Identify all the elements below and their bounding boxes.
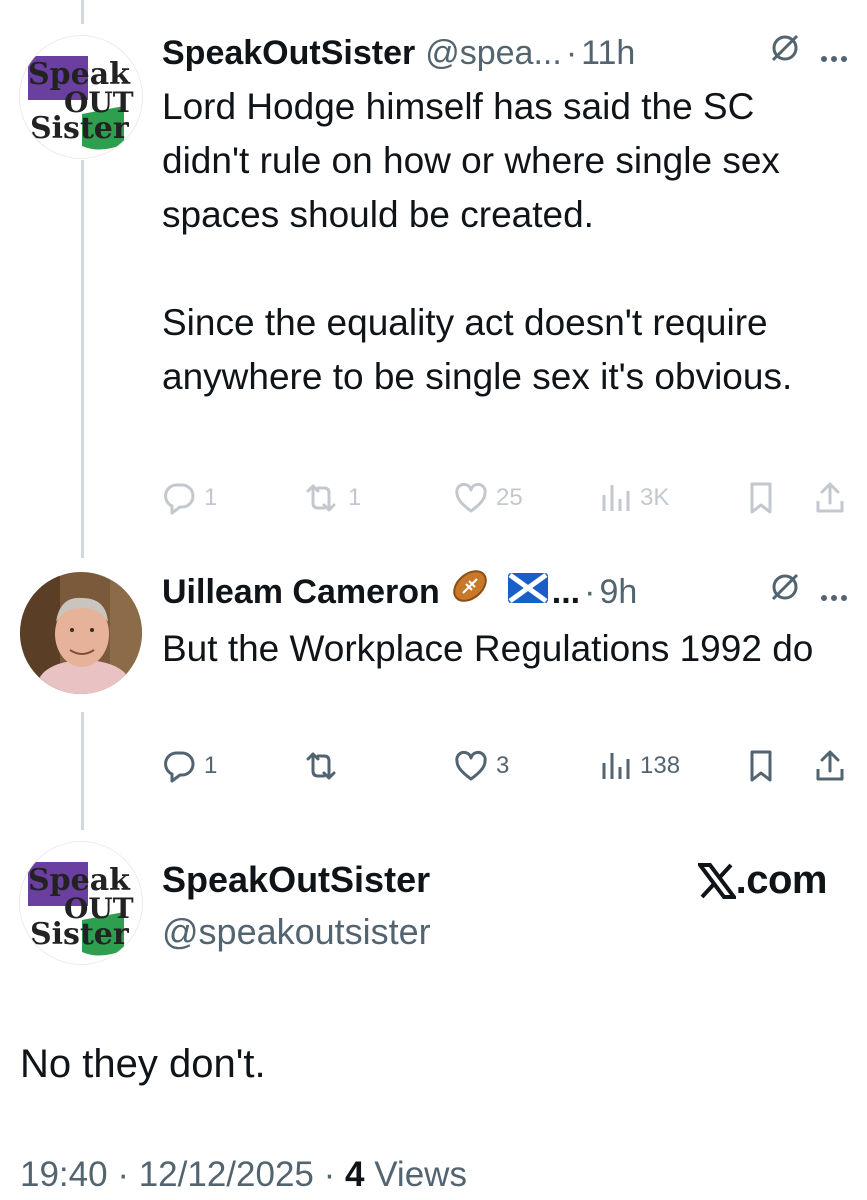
tweet-time[interactable]: 19:40: [20, 1155, 108, 1194]
speakoutsister-logo: Speak OUT Sister: [28, 862, 134, 956]
tweet-1-header: SpeakOutSister @spea... · 11h: [162, 30, 849, 76]
tweet-paragraph: But the Workplace Regulations 1992 do: [162, 628, 814, 669]
repost-button[interactable]: 1: [302, 478, 361, 518]
tweet-text: Lord Hodge himself has said the SC didn'…: [162, 80, 849, 404]
author-handle[interactable]: @spea...: [425, 30, 562, 76]
avatar-speakoutsister-main[interactable]: Speak OUT Sister: [20, 842, 142, 964]
share-button[interactable]: [814, 478, 846, 518]
repost-icon: [306, 752, 336, 780]
avatar-uilleam-cameron[interactable]: [20, 572, 142, 694]
views-count: 138: [640, 752, 681, 779]
views-number: 4: [345, 1155, 365, 1194]
separator-dot: ·: [323, 1155, 336, 1194]
tweet-2-header: Uilleam Cameron ... · 9h: [162, 566, 849, 618]
repost-button[interactable]: [302, 746, 348, 786]
tweet-date[interactable]: 12/12/2025: [139, 1155, 314, 1194]
separator-dot: ·: [584, 573, 596, 611]
reply-button[interactable]: 1: [162, 478, 217, 518]
views-label: Views: [374, 1155, 467, 1194]
rugby-ball-emoji: [450, 566, 490, 618]
heart-icon: [455, 750, 487, 781]
thread-line-1: [81, 160, 84, 558]
bookmark-icon: [750, 750, 772, 782]
share-icon: [816, 750, 844, 781]
speakoutsister-logo: Speak OUT Sister: [28, 56, 134, 150]
logo-text-sister: Sister: [30, 111, 130, 146]
share-icon: [816, 482, 844, 513]
separator-dot: ·: [565, 34, 578, 72]
author-name[interactable]: SpeakOutSister: [162, 856, 431, 904]
grok-icon[interactable]: [769, 569, 801, 615]
views-button[interactable]: 138: [600, 746, 680, 786]
profile-photo: [20, 572, 142, 694]
author-name[interactable]: Uilleam Cameron: [162, 569, 440, 615]
tweet-2[interactable]: Uilleam Cameron ... · 9h But the Workpla…: [162, 566, 849, 676]
like-count: 25: [496, 484, 523, 511]
bookmark-button[interactable]: [748, 746, 774, 786]
views-icon: [602, 753, 630, 779]
like-count: 3: [496, 752, 510, 779]
share-button[interactable]: [814, 746, 846, 786]
reply-button[interactable]: 1: [162, 746, 217, 786]
views-button[interactable]: 3K: [600, 478, 669, 518]
thread-line-2: [81, 712, 84, 830]
more-icon[interactable]: [819, 569, 849, 615]
like-button[interactable]: 3: [454, 746, 509, 786]
tweet-meta: 19:40 · 12/12/2025 · 4 Views: [20, 1152, 467, 1198]
reply-count: 1: [204, 484, 218, 511]
more-icon[interactable]: [819, 30, 849, 76]
repost-count: 1: [348, 484, 362, 511]
scotland-flag-emoji: [507, 569, 548, 615]
reply-icon: [164, 483, 195, 515]
avatar-speakoutsister[interactable]: Speak OUT Sister: [20, 36, 142, 158]
tweet-text: But the Workplace Regulations 1992 do: [162, 622, 849, 676]
reply-count: 1: [204, 752, 218, 779]
tweet-2-actions: 1 3 138: [162, 746, 849, 786]
separator-dot: ·: [117, 1155, 129, 1194]
heart-icon: [455, 482, 487, 513]
tweet-paragraph: Since the equality act doesn't require a…: [162, 302, 793, 397]
x-com-watermark: .com: [697, 858, 828, 903]
author-handle[interactable]: ...: [552, 569, 580, 615]
main-author[interactable]: SpeakOutSister @speakoutsister: [162, 856, 431, 956]
reply-icon: [164, 751, 195, 783]
logo-text-sister: Sister: [30, 917, 130, 952]
repost-icon: [306, 484, 336, 512]
views-icon: [602, 485, 630, 511]
tweet-paragraph: Lord Hodge himself has said the SC didn'…: [162, 86, 780, 235]
watermark-domain: .com: [735, 858, 828, 902]
tweet-1[interactable]: SpeakOutSister @spea... · 11h Lord Hodge…: [162, 30, 849, 404]
grok-icon[interactable]: [769, 30, 801, 76]
like-button[interactable]: 25: [454, 478, 523, 518]
author-name[interactable]: SpeakOutSister: [162, 30, 415, 76]
tweet-1-actions: 1 1 25 3K: [162, 478, 849, 518]
timestamp[interactable]: 11h: [581, 30, 635, 76]
author-handle[interactable]: @speakoutsister: [162, 908, 431, 956]
x-logo-icon: [697, 862, 736, 899]
views-count: 3K: [640, 484, 670, 511]
thread-line-top: [81, 0, 84, 24]
main-tweet-text: No they don't.: [20, 1042, 266, 1086]
bookmark-icon: [750, 482, 772, 514]
timestamp[interactable]: 9h: [599, 569, 637, 615]
bookmark-button[interactable]: [748, 478, 774, 518]
